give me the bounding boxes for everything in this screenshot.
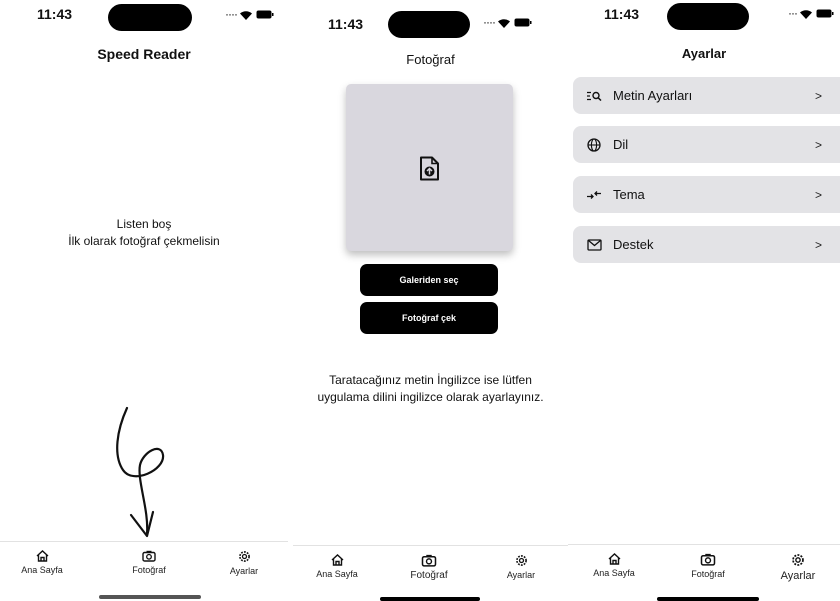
camera-icon <box>142 550 156 562</box>
info-text-line2: uygulama dilini ingilizce olarak ayarlay… <box>317 390 544 404</box>
file-upload-icon <box>420 156 439 181</box>
page-title: Fotoğraf <box>406 52 455 67</box>
status-bar: 11:43 ··· <box>568 0 840 34</box>
settings-item-label: Dil <box>613 137 629 152</box>
gear-icon <box>238 551 250 562</box>
tab-photo-label: Fotoğraf <box>410 570 448 581</box>
home-screen: 11:43 ···· Speed Reader Listen boş İlk o… <box>0 0 288 601</box>
tab-home[interactable]: Ana Sayfa <box>307 554 367 579</box>
status-time: 11:43 <box>37 6 73 22</box>
empty-message-line2: İlk olarak fotoğraf çekmelisin <box>68 234 220 248</box>
gear-icon <box>792 554 804 566</box>
home-indicator <box>657 597 759 601</box>
chevron-right-icon: > <box>814 187 822 202</box>
camera-icon <box>421 554 437 567</box>
tab-home-label: Ana Sayfa <box>21 565 63 575</box>
tab-settings[interactable]: Ayarlar <box>214 550 274 576</box>
settings-item-support[interactable]: Destek > <box>573 226 840 263</box>
status-bar: 11:43 ···· <box>293 0 568 38</box>
signal-wifi-battery-icon: ···· <box>483 15 532 29</box>
settings-item-label: Destek <box>613 237 654 252</box>
empty-message-line1: Listen boş <box>116 217 172 231</box>
tab-home[interactable]: Ana Sayfa <box>12 550 72 575</box>
signal-wifi-battery-icon: ···· <box>225 7 274 21</box>
tab-home[interactable]: Ana Sayfa <box>584 553 644 578</box>
home-icon <box>36 550 48 562</box>
chevron-right-icon: > <box>814 137 822 152</box>
info-text-line1: Taratacağınız metin İngilizce ise lütfen <box>329 373 532 387</box>
dynamic-island <box>667 3 749 30</box>
home-icon <box>331 554 343 566</box>
page-title: Speed Reader <box>97 46 191 62</box>
page-title: Ayarlar <box>681 46 727 61</box>
tab-photo[interactable]: Fotoğraf <box>678 553 738 579</box>
status-time: 11:43 <box>604 6 640 22</box>
settings-item-language[interactable]: Dil > <box>573 126 840 163</box>
settings-item-label: Metin Ayarları <box>613 88 693 103</box>
tab-bar: Ana Sayfa Fotoğraf Ayarlar <box>293 545 568 601</box>
tab-photo-label: Fotoğraf <box>691 569 725 579</box>
signal-wifi-battery-icon: ··· <box>788 6 834 20</box>
tab-settings[interactable]: Ayarlar <box>768 553 828 582</box>
tab-photo[interactable]: Fotoğraf <box>119 550 179 575</box>
tab-settings-label: Ayarlar <box>780 570 816 582</box>
upload-area[interactable] <box>346 84 513 251</box>
home-indicator <box>380 597 480 601</box>
tab-settings-label: Ayarlar <box>506 570 536 580</box>
gallery-button[interactable]: Galeriden seç <box>360 264 498 296</box>
chevron-right-icon: > <box>814 237 822 252</box>
tab-bar: Ana Sayfa Fotoğraf Ayarlar <box>0 541 288 601</box>
tab-settings-label: Ayarlar <box>229 566 259 576</box>
settings-item-label: Tema <box>613 187 645 202</box>
tab-photo-label: Fotoğraf <box>132 565 166 575</box>
tab-photo[interactable]: Fotoğraf <box>399 554 459 581</box>
photo-screen: 11:43 ···· Fotoğraf Galeriden seç Fotoğr… <box>293 0 568 601</box>
status-bar: 11:43 ···· <box>0 0 288 34</box>
chevron-right-icon: > <box>814 88 822 103</box>
camera-button[interactable]: Fotoğraf çek <box>360 302 498 334</box>
hand-drawn-arrow-icon <box>116 406 165 538</box>
mail-icon <box>585 238 603 251</box>
text-search-icon <box>585 91 603 101</box>
settings-item-theme[interactable]: Tema > <box>573 176 840 213</box>
settings-screen: 11:43 ··· Ayarlar Metin Ayarları > Dil >… <box>568 0 840 601</box>
globe-icon <box>585 137 603 152</box>
swap-arrows-icon <box>585 190 603 200</box>
camera-icon <box>700 553 716 566</box>
dynamic-island <box>108 4 192 31</box>
status-time: 11:43 <box>328 16 364 32</box>
tab-home-label: Ana Sayfa <box>316 569 358 579</box>
home-icon <box>608 553 620 565</box>
home-indicator <box>99 595 201 599</box>
tab-bar: Ana Sayfa Fotoğraf Ayarlar <box>568 544 840 601</box>
gear-icon <box>515 555 527 566</box>
settings-item-text-settings[interactable]: Metin Ayarları > <box>573 77 840 114</box>
tab-home-label: Ana Sayfa <box>593 568 635 578</box>
dynamic-island <box>388 11 470 38</box>
tab-settings[interactable]: Ayarlar <box>491 554 551 580</box>
